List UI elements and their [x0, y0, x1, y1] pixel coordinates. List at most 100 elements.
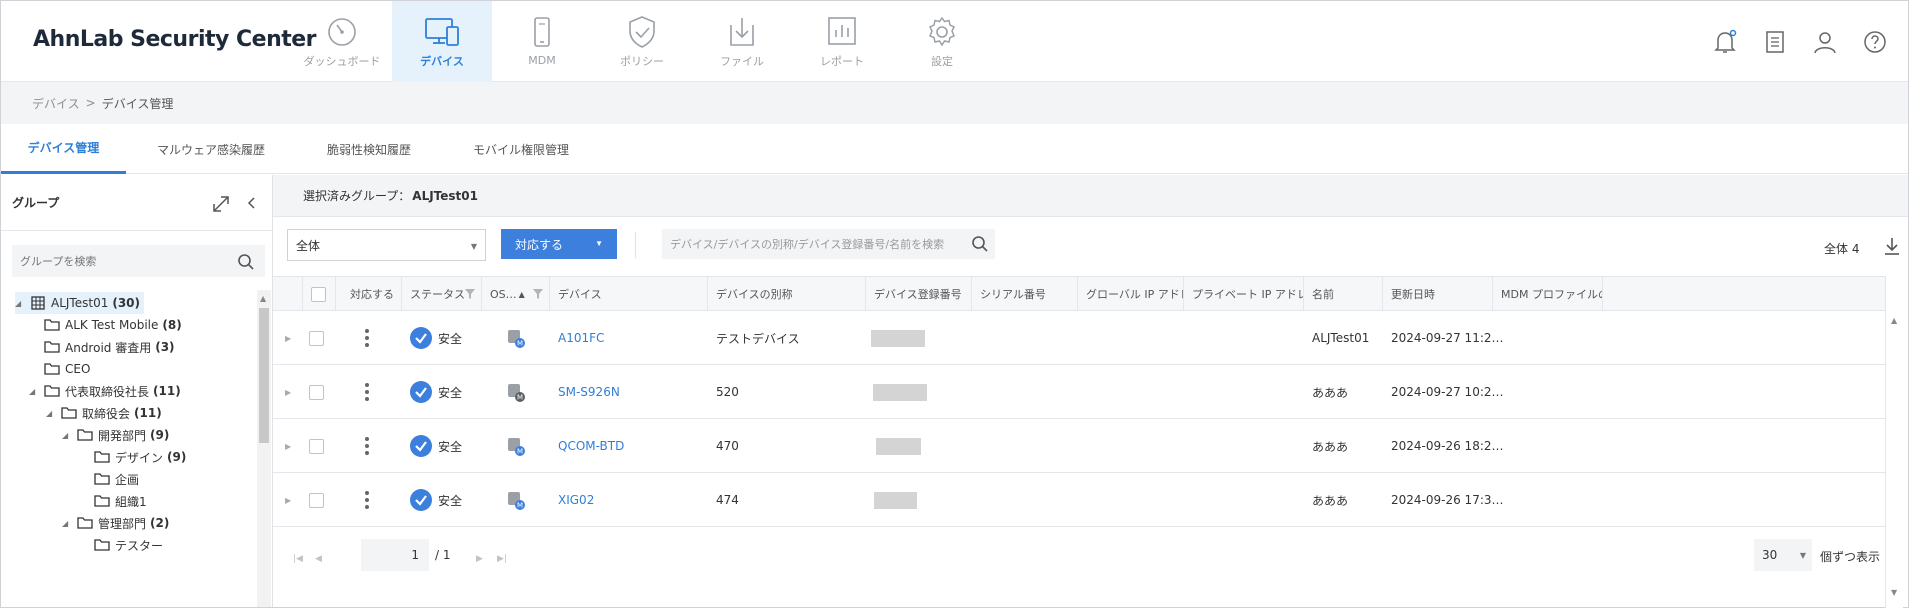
help-button[interactable]: [1860, 27, 1890, 57]
expand-caret-icon[interactable]: ◢: [15, 299, 25, 308]
row-menu-icon[interactable]: [365, 491, 369, 509]
row-expand-icon[interactable]: ▶: [285, 334, 291, 343]
tree-node[interactable]: 組織1: [79, 490, 151, 512]
header-private-ip[interactable]: プライベート IP アドレス: [1184, 277, 1304, 311]
app-logo[interactable]: AhnLab Security Center: [33, 27, 317, 52]
tree-scrollbar[interactable]: ▲: [257, 290, 271, 607]
sort-asc-icon[interactable]: ▲: [519, 290, 525, 299]
next-page-icon[interactable]: ▶: [476, 554, 483, 564]
account-button[interactable]: [1810, 27, 1840, 57]
tab-device-management[interactable]: デバイス管理: [1, 124, 126, 174]
notifications-button[interactable]: [1710, 27, 1740, 57]
search-icon[interactable]: [971, 235, 989, 253]
tree-node-label: 開発部門: [98, 428, 147, 443]
per-page-label: 個ずつ表示: [1820, 550, 1881, 564]
scroll-down-icon[interactable]: ▼: [1891, 588, 1897, 597]
header-alias[interactable]: デバイスの別称: [708, 277, 866, 311]
tab-vulnerability-history[interactable]: 脆弱性検知履歴: [296, 124, 442, 174]
nav-file[interactable]: ファイル: [692, 1, 792, 82]
scroll-up-icon[interactable]: ▲: [260, 294, 266, 303]
nav-policy[interactable]: ポリシー: [592, 1, 692, 82]
table-row[interactable]: ▶ 安全 M QCOM-BTD 470 あああ 2024-09-26 18:2…: [273, 419, 1885, 473]
expand-caret-icon[interactable]: ◢: [62, 431, 72, 440]
header-serial[interactable]: シリアル番号: [972, 277, 1078, 311]
tree-node[interactable]: ◢ 管理部門 (2): [62, 512, 169, 534]
tree-node[interactable]: ALK Test Mobile (8): [29, 314, 182, 336]
tasks-button[interactable]: [1760, 27, 1790, 57]
tree-node[interactable]: Android 審査用 (3): [29, 336, 175, 358]
header-global-ip[interactable]: グローバル IP アドレス: [1078, 277, 1184, 311]
header-updated[interactable]: 更新日時: [1383, 277, 1493, 311]
header-status[interactable]: ステータス: [402, 277, 482, 311]
tree-node[interactable]: ◢ 開発部門 (9): [62, 424, 169, 446]
tree-node[interactable]: ◢ ALJTest01 (30): [15, 292, 145, 314]
nav-report[interactable]: レポート: [792, 1, 892, 82]
row-menu-icon[interactable]: [365, 383, 369, 401]
filter-icon[interactable]: [533, 289, 543, 299]
header-mdm-profile[interactable]: MDM プロファイルの…: [1493, 277, 1603, 311]
chevron-left-icon[interactable]: [244, 195, 260, 211]
table-row[interactable]: ▶ 安全 M XIG02 474 あああ 2024-09-26 17:3…: [273, 473, 1885, 527]
row-expand-icon[interactable]: ▶: [285, 496, 291, 505]
device-link[interactable]: QCOM-BTD: [558, 419, 624, 473]
check-circle-icon: [410, 381, 432, 403]
expand-caret-icon[interactable]: ◢: [62, 519, 72, 528]
tree-node[interactable]: 企画: [79, 468, 143, 490]
device-link[interactable]: SM-S926N: [558, 365, 620, 419]
device-link[interactable]: XIG02: [558, 473, 594, 527]
first-page-icon[interactable]: |◀: [293, 554, 303, 564]
row-checkbox[interactable]: [309, 492, 324, 508]
tree-node[interactable]: ◢ 取締役会 (11): [46, 402, 162, 424]
scroll-up-icon[interactable]: ▲: [1891, 316, 1897, 325]
filter-select[interactable]: 全体 ▼: [287, 229, 486, 261]
group-search-input[interactable]: [12, 245, 265, 277]
per-page-select[interactable]: 30 ▼: [1754, 539, 1812, 571]
tree-node[interactable]: テスター: [79, 534, 167, 556]
download-icon[interactable]: [1883, 236, 1901, 256]
group-panel-title: グループ: [12, 196, 60, 210]
search-icon[interactable]: [237, 253, 255, 271]
last-page-icon[interactable]: ▶|: [497, 554, 507, 564]
device-link[interactable]: A101FC: [558, 311, 604, 365]
tree-node[interactable]: CEO: [29, 358, 94, 380]
breadcrumb-parent[interactable]: デバイス: [32, 95, 80, 112]
prev-page-icon[interactable]: ◀: [315, 554, 322, 564]
table-row[interactable]: ▶ 安全 M A101FC テストデバイス ALJTest01 2024-09-…: [273, 311, 1885, 365]
header-device[interactable]: デバイス: [550, 277, 708, 311]
row-menu-icon[interactable]: [365, 329, 369, 347]
tab-mobile-permissions[interactable]: モバイル権限管理: [442, 124, 600, 174]
device-search-input[interactable]: デバイス/デバイスの別称/デバイス登録番号/名前を検索: [662, 229, 995, 259]
nav-devices[interactable]: デバイス: [392, 1, 492, 82]
page-input[interactable]: 1: [361, 539, 429, 571]
shield-check-icon: [629, 15, 655, 48]
tree-node[interactable]: ◢ 代表取締役社長 (11): [29, 380, 181, 402]
selected-group-bar: 選択済みグループ： ALJTest01: [273, 175, 1908, 217]
sub-tabs: デバイス管理 マルウェア感染履歴 脆弱性検知履歴 モバイル権限管理: [1, 124, 1908, 174]
folder-icon: [44, 363, 60, 375]
row-expand-icon[interactable]: ▶: [285, 442, 291, 451]
tab-malware-history[interactable]: マルウェア感染履歴: [126, 124, 296, 174]
row-menu-icon[interactable]: [365, 437, 369, 455]
header-reg-no[interactable]: デバイス登録番号: [866, 277, 972, 311]
select-all-checkbox[interactable]: [311, 286, 326, 302]
nav-dashboard[interactable]: ダッシュボード: [292, 1, 392, 82]
header-os[interactable]: OS… ▲: [482, 277, 550, 311]
page-total: / 1: [435, 548, 451, 562]
user-icon: [1814, 32, 1836, 54]
nav-mdm[interactable]: MDM: [492, 1, 592, 82]
row-checkbox[interactable]: [309, 438, 324, 454]
nav-settings[interactable]: 設定: [892, 1, 992, 82]
filter-icon[interactable]: [465, 289, 475, 299]
row-checkbox[interactable]: [309, 330, 324, 346]
header-name[interactable]: 名前: [1304, 277, 1383, 311]
tree-node[interactable]: デザイン (9): [79, 446, 186, 468]
scrollbar-thumb[interactable]: [259, 308, 269, 443]
expand-icon[interactable]: [210, 193, 232, 215]
expand-caret-icon[interactable]: ◢: [46, 409, 56, 418]
respond-button[interactable]: 対応する ▼: [501, 229, 617, 259]
expand-caret-icon[interactable]: ◢: [29, 387, 39, 396]
selected-group-prefix: 選択済みグループ：: [303, 189, 411, 203]
row-checkbox[interactable]: [309, 384, 324, 400]
row-expand-icon[interactable]: ▶: [285, 388, 291, 397]
table-row[interactable]: ▶ 安全 M SM-S926N 520 あああ 2024-09-27 10:2…: [273, 365, 1885, 419]
